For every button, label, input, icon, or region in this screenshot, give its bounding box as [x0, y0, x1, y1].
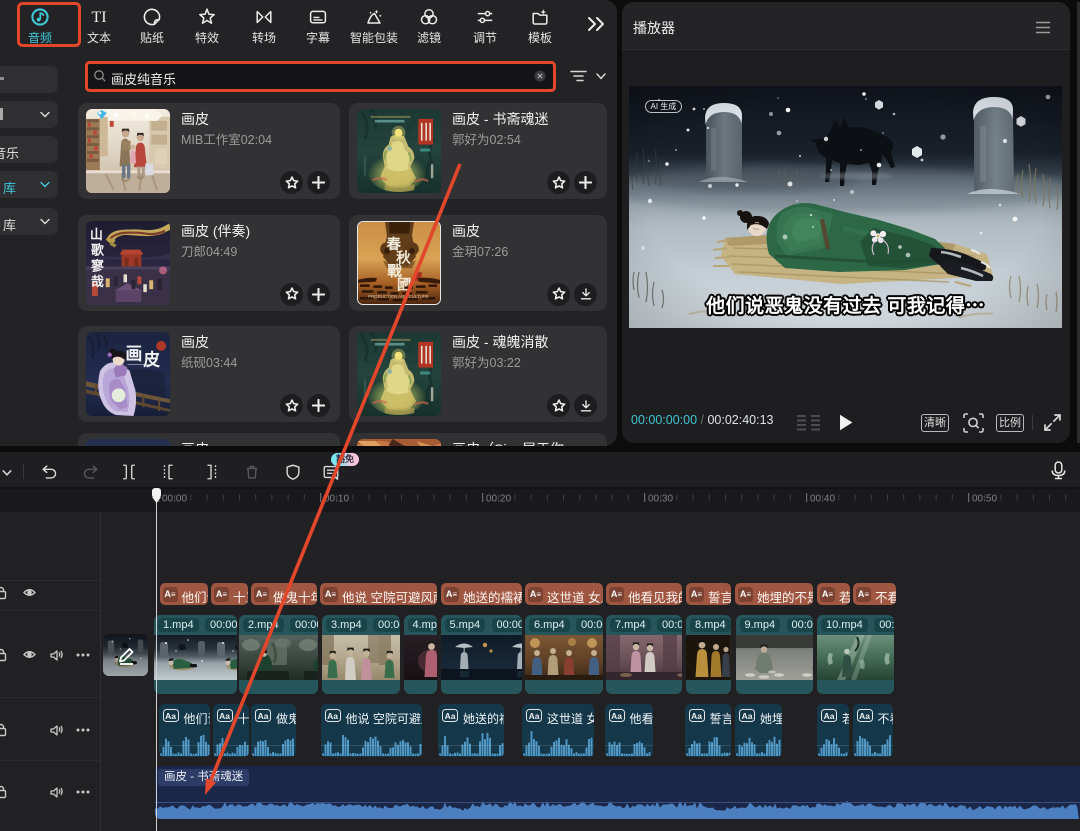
svg-text:TI: TI [91, 9, 106, 26]
